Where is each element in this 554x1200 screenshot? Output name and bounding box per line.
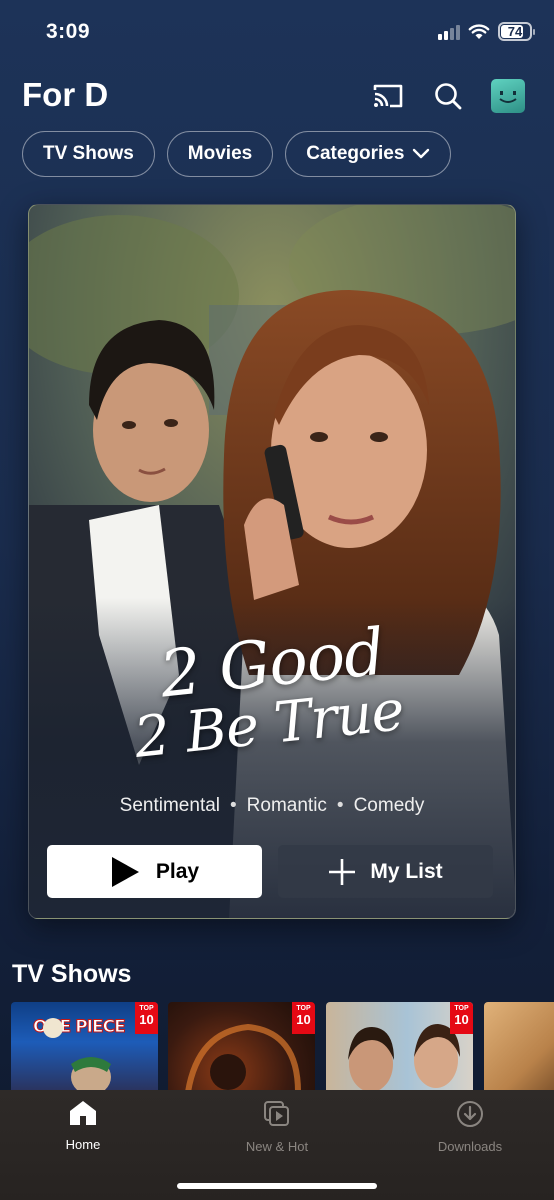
top10-badge: TOP 10 — [450, 1002, 473, 1034]
chip-movies[interactable]: Movies — [166, 131, 274, 177]
cast-icon — [373, 84, 403, 108]
hero-billboard[interactable]: 2 Good 2 Be True Sentimental • Romantic … — [28, 204, 516, 919]
hero-tag: Sentimental — [119, 795, 221, 816]
poster-card[interactable]: ONE PIECE TOP 10 — [11, 1002, 158, 1092]
tab-home[interactable]: Home — [13, 1100, 153, 1152]
cast-button[interactable] — [368, 76, 408, 116]
battery-level: 74 — [507, 24, 523, 39]
search-icon — [435, 83, 462, 110]
hero-buttons: Play My List — [47, 845, 493, 898]
chip-categories-label: Categories — [306, 143, 405, 164]
status-icons: 74 — [438, 22, 535, 41]
tag-separator: • — [336, 795, 344, 816]
row-title-tv-shows: TV Shows — [12, 960, 132, 988]
hero-title-logo: 2 Good 2 Be True — [29, 615, 515, 770]
tab-downloads[interactable]: Downloads — [400, 1100, 540, 1154]
top10-badge-top: TOP — [139, 1005, 154, 1012]
profile-avatar-icon — [491, 79, 525, 113]
hero-tag: Comedy — [353, 795, 425, 816]
hero-tag: Romantic — [246, 795, 327, 816]
tv-shows-row: ONE PIECE TOP 10 TOP 10 TOP 10 — [11, 1002, 554, 1092]
new-hot-icon — [264, 1101, 289, 1126]
chip-categories[interactable]: Categories — [285, 131, 452, 177]
home-icon — [70, 1101, 96, 1125]
top10-badge-num: 10 — [139, 1012, 154, 1027]
tab-downloads-label: Downloads — [437, 1139, 503, 1154]
download-icon — [457, 1101, 483, 1127]
hero-genre-tags: Sentimental • Romantic • Comedy — [29, 795, 515, 817]
poster-card[interactable]: TOP 10 — [168, 1002, 315, 1092]
tab-home-label: Home — [65, 1137, 101, 1152]
my-list-button[interactable]: My List — [278, 845, 493, 898]
chevron-down-icon — [413, 148, 430, 159]
header: For D — [22, 74, 532, 118]
top10-badge-num: 10 — [454, 1012, 469, 1027]
header-actions — [368, 76, 528, 116]
top10-badge: TOP 10 — [292, 1002, 315, 1034]
top10-badge: TOP 10 — [135, 1002, 158, 1034]
home-indicator[interactable] — [177, 1183, 377, 1189]
play-icon — [111, 856, 139, 887]
battery-icon: 74 — [498, 22, 535, 41]
top10-badge-top: TOP — [454, 1005, 469, 1012]
wifi-icon — [468, 23, 490, 39]
chip-tv-shows-label: TV Shows — [43, 143, 134, 164]
cellular-signal-icon — [438, 24, 460, 40]
search-button[interactable] — [428, 76, 468, 116]
tab-new-hot[interactable]: New & Hot — [207, 1100, 347, 1154]
play-button[interactable]: Play — [47, 845, 262, 898]
profile-title: For D — [22, 76, 109, 113]
tag-separator: • — [230, 795, 237, 816]
chip-tv-shows[interactable]: TV Shows — [22, 131, 155, 177]
status-time: 3:09 — [46, 20, 91, 43]
status-bar: 3:09 74 — [0, 0, 554, 66]
chip-movies-label: Movies — [187, 143, 253, 164]
top10-badge-num: 10 — [296, 1012, 311, 1027]
filter-chips: TV Shows Movies Categories — [22, 131, 452, 177]
play-button-label: Play — [155, 859, 200, 883]
top10-badge-top: TOP — [296, 1005, 311, 1012]
plus-icon — [329, 858, 356, 885]
my-list-button-label: My List — [370, 859, 443, 883]
poster-card[interactable]: TOP 10 — [326, 1002, 473, 1092]
tab-new-hot-label: New & Hot — [245, 1139, 309, 1154]
profile-button[interactable] — [488, 76, 528, 116]
poster-card[interactable] — [484, 1002, 554, 1092]
